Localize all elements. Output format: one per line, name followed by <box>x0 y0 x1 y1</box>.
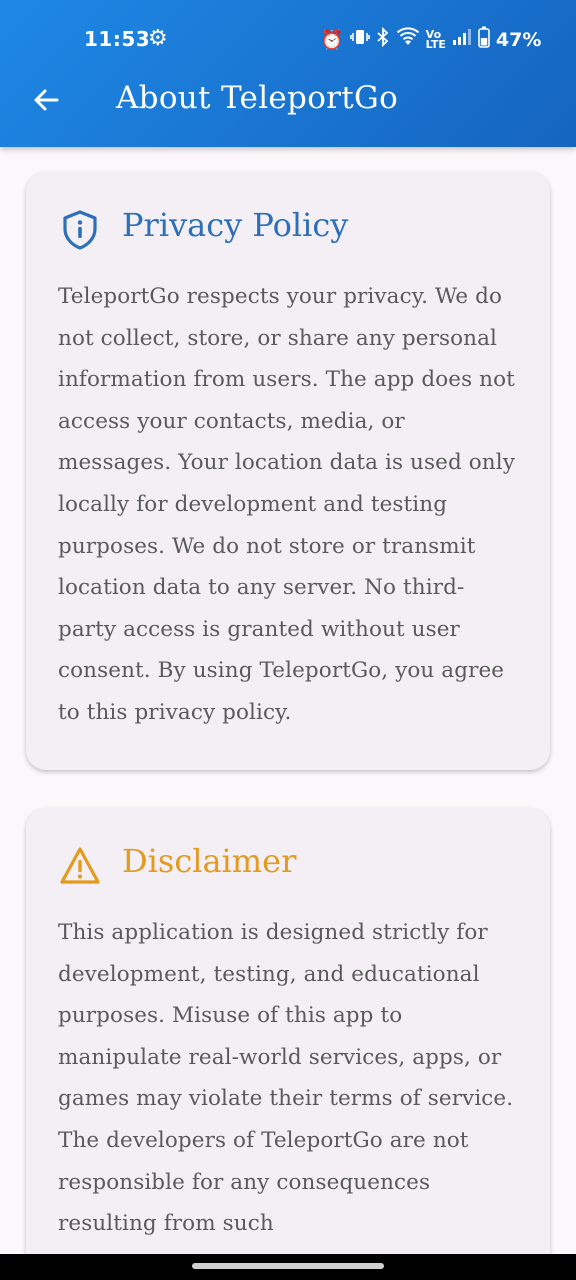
disclaimer-text: This application is designed strictly fo… <box>58 920 514 1237</box>
battery-percentage: 47% <box>495 28 542 51</box>
alarm-icon: ⏰ <box>320 29 344 51</box>
arrow-left-icon <box>34 89 59 111</box>
volte-icon: Vo LTE <box>425 27 446 51</box>
privacy-policy-title: Privacy Policy <box>122 206 349 244</box>
navigation-bar <box>0 1254 576 1280</box>
settings-icon: ⚙ <box>148 26 168 51</box>
status-icons: ⏰ Vo LTE 47% <box>320 26 541 53</box>
shield-info-icon <box>63 210 97 250</box>
back-button[interactable] <box>22 76 70 124</box>
signal-icon <box>452 28 472 51</box>
disclaimer-title: Disclaimer <box>122 842 297 880</box>
bluetooth-icon <box>376 26 390 52</box>
battery-icon <box>478 26 490 53</box>
status-bar: 11:53 ⚙ ⏰ Vo LTE 47% <box>0 18 576 62</box>
toolbar: About TeleportGo <box>0 70 576 132</box>
wifi-icon <box>396 27 420 52</box>
warning-triangle-icon <box>60 847 100 884</box>
privacy-policy-text: TeleportGo respects your privacy. We do … <box>58 284 515 725</box>
status-time: 11:53 <box>84 27 151 51</box>
app-bar: 11:53 ⚙ ⏰ Vo LTE 47% About TeleportGo <box>0 0 576 147</box>
disclaimer-card: Disclaimer This application is designed … <box>26 808 550 1280</box>
vibrate-icon <box>349 27 370 52</box>
home-gesture-handle[interactable] <box>192 1263 384 1269</box>
privacy-policy-card: Privacy Policy TeleportGo respects your … <box>26 172 550 770</box>
page-title: About TeleportGo <box>116 80 399 116</box>
